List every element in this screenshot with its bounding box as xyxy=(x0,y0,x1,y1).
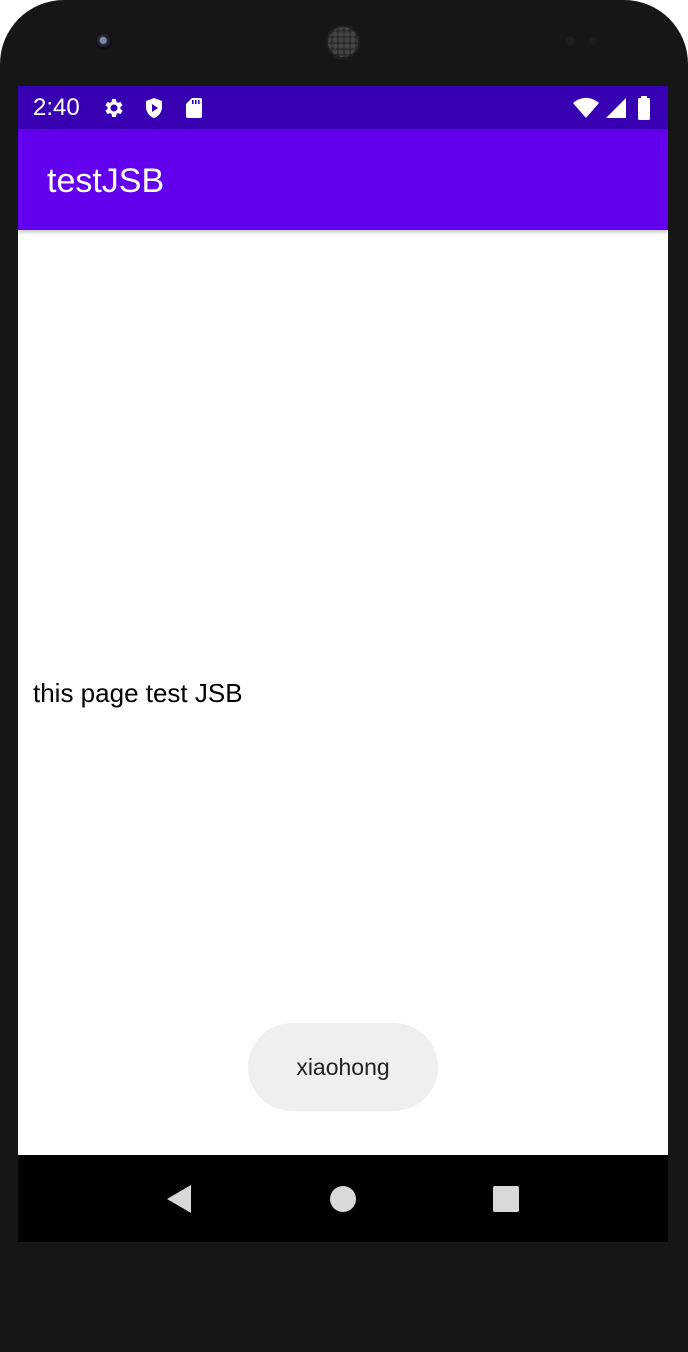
nav-back-button[interactable] xyxy=(134,1155,224,1242)
front-camera xyxy=(96,34,112,50)
nav-home-button[interactable] xyxy=(298,1155,388,1242)
app-title: testJSB xyxy=(47,162,165,200)
page-description-text: this page test JSB xyxy=(33,678,243,708)
toast-message: xiaohong xyxy=(248,1023,438,1111)
device-frame: 2:40 testJSB this page test JSB xiaohong xyxy=(0,0,688,1352)
proximity-sensor xyxy=(565,36,575,46)
battery-icon xyxy=(638,96,650,120)
nav-recents-button[interactable] xyxy=(461,1155,551,1242)
sd-card-icon xyxy=(186,98,202,118)
back-triangle-icon xyxy=(167,1184,191,1213)
light-sensor xyxy=(589,37,597,45)
recents-square-icon xyxy=(493,1185,519,1212)
status-bar: 2:40 xyxy=(18,86,668,129)
home-circle-icon xyxy=(330,1185,356,1212)
status-time: 2:40 xyxy=(33,94,80,121)
earpiece-speaker xyxy=(326,25,360,59)
play-protect-icon xyxy=(146,98,162,118)
settings-icon xyxy=(105,99,123,117)
cell-signal-icon xyxy=(606,98,626,118)
wifi-icon xyxy=(573,97,599,118)
screen: 2:40 testJSB this page test JSB xiaohong xyxy=(18,86,668,1242)
app-bar: testJSB xyxy=(18,129,668,230)
navigation-bar xyxy=(18,1155,668,1242)
